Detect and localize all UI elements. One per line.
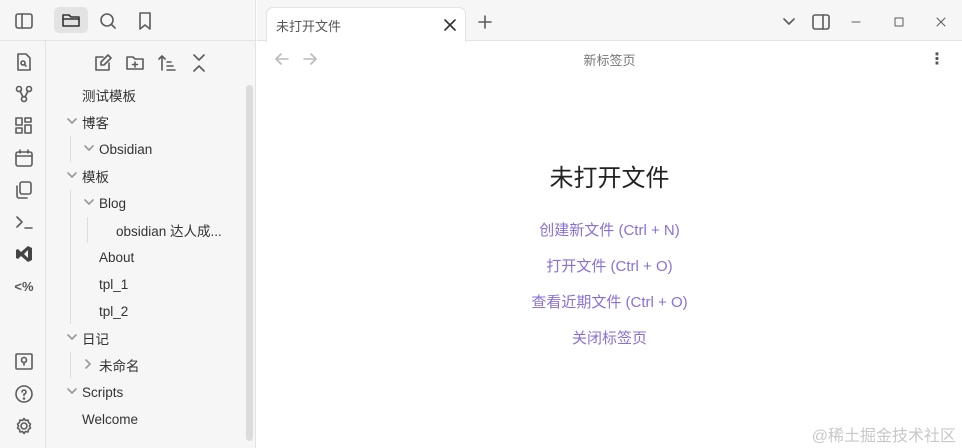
tree-item-label: 日记: [82, 332, 109, 347]
recent-files-link[interactable]: 查看近期文件 (Ctrl + O): [257, 291, 962, 312]
help-icon[interactable]: [13, 383, 35, 405]
chevron-down-icon[interactable]: [67, 171, 77, 182]
tree-item-label: Welcome: [82, 411, 139, 427]
graph-icon[interactable]: [13, 83, 35, 105]
sidebar-tab-bar: [0, 0, 256, 41]
tree-item[interactable]: 日记: [66, 325, 228, 351]
bookmark-icon[interactable]: [133, 9, 157, 33]
new-tab-icon[interactable]: [474, 11, 496, 33]
tree-item-label: obsidian 达人成...: [116, 224, 222, 239]
vault-icon[interactable]: [13, 351, 35, 373]
chevron-right-icon[interactable]: [84, 358, 94, 372]
chevron-down-icon[interactable]: [67, 333, 77, 344]
empty-state-title: 未打开文件: [549, 165, 670, 192]
tree-item[interactable]: tpl_1: [83, 271, 228, 297]
watermark: @稀土掘金技术社区: [811, 428, 956, 445]
chevron-down-icon[interactable]: [84, 198, 94, 209]
tab-active[interactable]: 未打开文件: [266, 7, 466, 42]
vscode-icon[interactable]: [13, 243, 35, 265]
tree-item-label: 模板: [82, 170, 109, 185]
sidebar-scrollbar[interactable]: [246, 85, 253, 441]
chevron-down-icon[interactable]: [67, 117, 77, 128]
tree-item-label: 未命名: [99, 359, 140, 374]
tree-item[interactable]: Blog: [83, 190, 228, 216]
templater-icon[interactable]: <%: [11, 275, 37, 297]
tree-item-label: Blog: [99, 195, 127, 211]
sidebar-toggle-icon[interactable]: [12, 10, 36, 32]
tree-item[interactable]: Obsidian: [83, 136, 228, 162]
tab-list-chevron-icon[interactable]: [779, 11, 799, 33]
chevron-down-icon[interactable]: [67, 387, 77, 398]
open-file-link[interactable]: 打开文件 (Ctrl + O): [257, 255, 962, 276]
calendar-icon[interactable]: [13, 147, 35, 169]
tree-item[interactable]: 测试模板: [66, 82, 228, 108]
indent-guide: [70, 136, 71, 162]
tree-item[interactable]: Scripts: [66, 379, 228, 405]
terminal-icon[interactable]: [13, 211, 35, 233]
settings-icon[interactable]: [13, 415, 35, 437]
close-tab-link[interactable]: 关闭标签页: [257, 327, 962, 348]
folder-icon[interactable]: [54, 7, 88, 33]
chevron-down-icon[interactable]: [84, 144, 94, 155]
close-window-icon[interactable]: [930, 11, 952, 33]
tree-item[interactable]: Welcome: [66, 406, 228, 432]
tree-item[interactable]: tpl_2: [83, 298, 228, 324]
tree-item-label: Scripts: [82, 384, 124, 400]
tree-item[interactable]: 模板: [66, 163, 228, 189]
tree-item[interactable]: 未命名: [83, 352, 228, 378]
tree-item-label: 测试模板: [82, 89, 136, 104]
right-sidebar-toggle-icon[interactable]: [810, 11, 832, 33]
view-header-title: 新标签页: [583, 53, 636, 68]
indent-guide: [70, 190, 71, 324]
minimize-icon[interactable]: [845, 11, 867, 33]
tree-item[interactable]: About: [83, 244, 228, 270]
more-options-icon[interactable]: ⋮: [927, 48, 947, 70]
tree-item-label: tpl_2: [99, 303, 129, 319]
quick-switcher-icon[interactable]: [13, 51, 35, 73]
tree-item-label: 博客: [82, 116, 109, 131]
maximize-icon[interactable]: [888, 11, 910, 33]
canvas-icon[interactable]: [13, 115, 35, 137]
create-new-file-link[interactable]: 创建新文件 (Ctrl + N): [257, 219, 962, 240]
tab-title: 未打开文件: [276, 19, 342, 34]
indent-guide: [87, 217, 88, 243]
search-icon[interactable]: [96, 9, 120, 33]
close-tab-icon[interactable]: [439, 14, 461, 36]
tree-item-label: tpl_1: [99, 276, 129, 292]
tree-item[interactable]: 博客: [66, 109, 228, 135]
tree-item[interactable]: obsidian 达人成...: [100, 217, 228, 243]
copy-icon[interactable]: [13, 179, 35, 201]
tree-item-label: Obsidian: [99, 141, 153, 157]
indent-guide: [70, 352, 71, 378]
tree-item-label: About: [99, 249, 135, 265]
